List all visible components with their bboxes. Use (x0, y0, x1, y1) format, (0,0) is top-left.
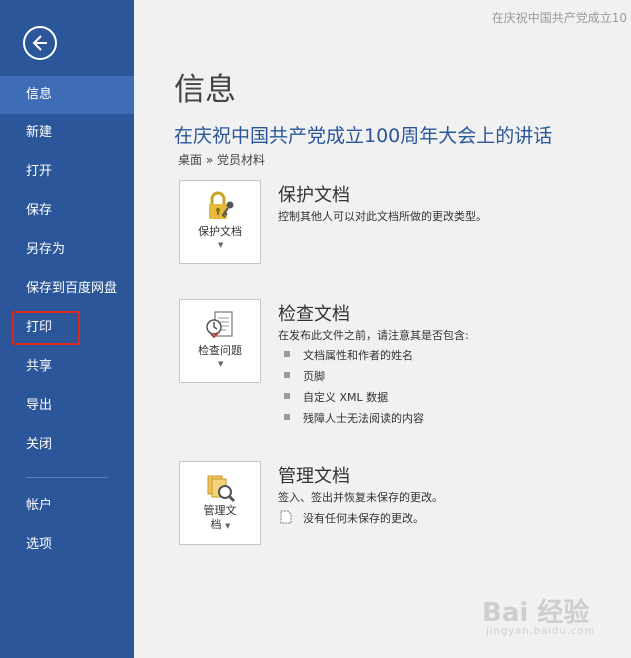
sidebar-item-open[interactable]: 打开 (0, 153, 134, 191)
protect-document-label: 保护文档 (198, 225, 242, 238)
sidebar-item-close[interactable]: 关闭 (0, 426, 134, 464)
window-title: 在庆祝中国共产党成立10 (491, 11, 627, 25)
check-issues-button[interactable]: 检查问题 ▼ (179, 299, 261, 383)
inspect-item: 自定义 XML 数据 (303, 391, 389, 404)
sidebar-item-new[interactable]: 新建 (0, 114, 134, 152)
sidebar-item-save-as[interactable]: 另存为 (0, 231, 134, 269)
manage-document-label-line2: 档 (210, 518, 222, 531)
sidebar-item-options[interactable]: 选项 (0, 526, 134, 564)
manage-document-button[interactable]: 管理文 档 ▼ (179, 461, 261, 545)
bullet-icon (284, 414, 290, 420)
manage-document-desc: 签入、签出并恢复未保存的更改。 (278, 491, 443, 504)
inspect-document-title: 检查文档 (278, 304, 350, 325)
bullet-icon (284, 351, 290, 357)
checklist-icon (206, 311, 233, 339)
bullet-icon (284, 372, 290, 378)
protect-document-title: 保护文档 (278, 185, 350, 206)
sidebar-item-share[interactable]: 共享 (0, 348, 134, 386)
chevron-down-icon: ▼ (218, 360, 224, 368)
protect-document-button[interactable]: 保护文档 ▼ (179, 180, 261, 264)
manage-document-title: 管理文档 (278, 466, 350, 487)
sidebar-item-save-to-baidu[interactable]: 保存到百度网盘 (0, 270, 134, 308)
check-issues-label: 检查问题 (198, 344, 242, 357)
sidebar-item-info[interactable]: 信息 (0, 76, 134, 114)
backstage-sidebar: 信息 新建 打开 保存 另存为 保存到百度网盘 打印 共享 导出 关闭 帐户 选… (0, 0, 134, 658)
sidebar-item-save[interactable]: 保存 (0, 192, 134, 230)
baidu-watermark: Bai 经验 jingyan.baidu.com (482, 598, 596, 637)
back-arrow-icon (32, 35, 47, 51)
lock-key-icon (209, 191, 234, 219)
unsaved-changes-note: 没有任何未保存的更改。 (303, 512, 424, 525)
chevron-down-icon: ▼ (218, 241, 224, 249)
back-button[interactable] (23, 26, 57, 60)
sidebar-item-account[interactable]: 帐户 (0, 487, 134, 525)
inspect-document-desc: 在发布此文件之前，请注意其是否包含: (278, 329, 469, 342)
page-title: 信息 (174, 72, 236, 108)
chevron-down-icon: ▼ (225, 522, 231, 530)
inspect-item: 文档属性和作者的姓名 (303, 349, 413, 362)
document-icon (280, 510, 292, 524)
protect-document-desc: 控制其他人可以对此文档所做的更改类型。 (278, 210, 487, 223)
sidebar-item-print[interactable]: 打印 (0, 309, 134, 347)
inspect-item: 残障人士无法阅读的内容 (303, 412, 424, 425)
bullet-icon (284, 393, 290, 399)
sidebar-item-export[interactable]: 导出 (0, 387, 134, 425)
manage-document-label-line1: 管理文 (203, 504, 237, 517)
manage-document-icon (207, 475, 236, 503)
sidebar-divider (26, 477, 108, 478)
document-title: 在庆祝中国共产党成立100周年大会上的讲话 (174, 125, 553, 147)
breadcrumb[interactable]: 桌面 » 党员材料 (178, 151, 265, 168)
inspect-item: 页脚 (303, 370, 325, 383)
